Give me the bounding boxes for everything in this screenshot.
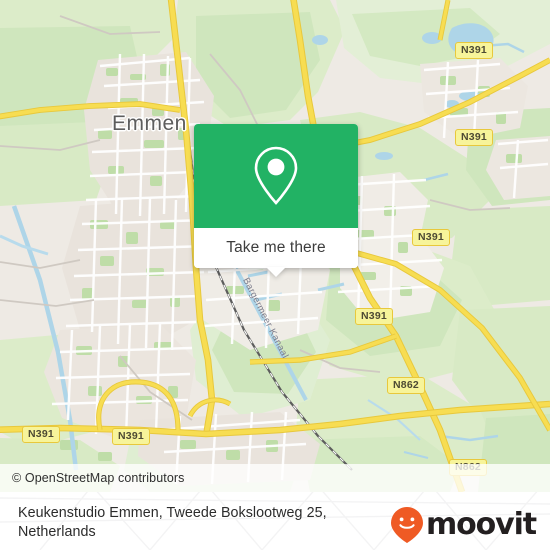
road-shield-n391: N391: [455, 129, 493, 146]
location-popup-card[interactable]: Take me there: [194, 124, 358, 277]
road-shield-n391: N391: [412, 229, 450, 246]
road-shield-n391: N391: [355, 308, 393, 325]
road-shield-n391: N391: [22, 426, 60, 443]
road-shield-n862: N862: [387, 377, 425, 394]
moovit-wordmark: moovit: [425, 507, 537, 542]
footer-bar: Keukenstudio Emmen, Tweede Bokslootweg 2…: [0, 492, 550, 550]
road-shield-n391: N391: [112, 428, 150, 445]
map-canvas[interactable]: Emmen Bargermeer Kanaal N391 N391 N391 N…: [0, 0, 550, 492]
map-attribution[interactable]: © OpenStreetMap contributors: [0, 464, 550, 492]
take-me-there-label: Take me there: [226, 239, 326, 256]
popup-header: [194, 124, 358, 228]
moovit-logo[interactable]: moovit: [390, 506, 537, 544]
map-place-label-emmen: Emmen: [112, 112, 187, 135]
moovit-smiling-pin-icon: [390, 507, 423, 543]
location-address: Keukenstudio Emmen, Tweede Bokslootweg 2…: [18, 505, 327, 540]
moovit-location-card: Emmen Bargermeer Kanaal N391 N391 N391 N…: [0, 0, 550, 550]
attribution-text: © OpenStreetMap contributors: [12, 471, 185, 485]
map-pin-icon: [254, 146, 298, 205]
popup-pointer-tail: [266, 267, 286, 277]
road-shield-n391: N391: [455, 42, 493, 59]
popup-footer[interactable]: Take me there: [194, 228, 358, 277]
